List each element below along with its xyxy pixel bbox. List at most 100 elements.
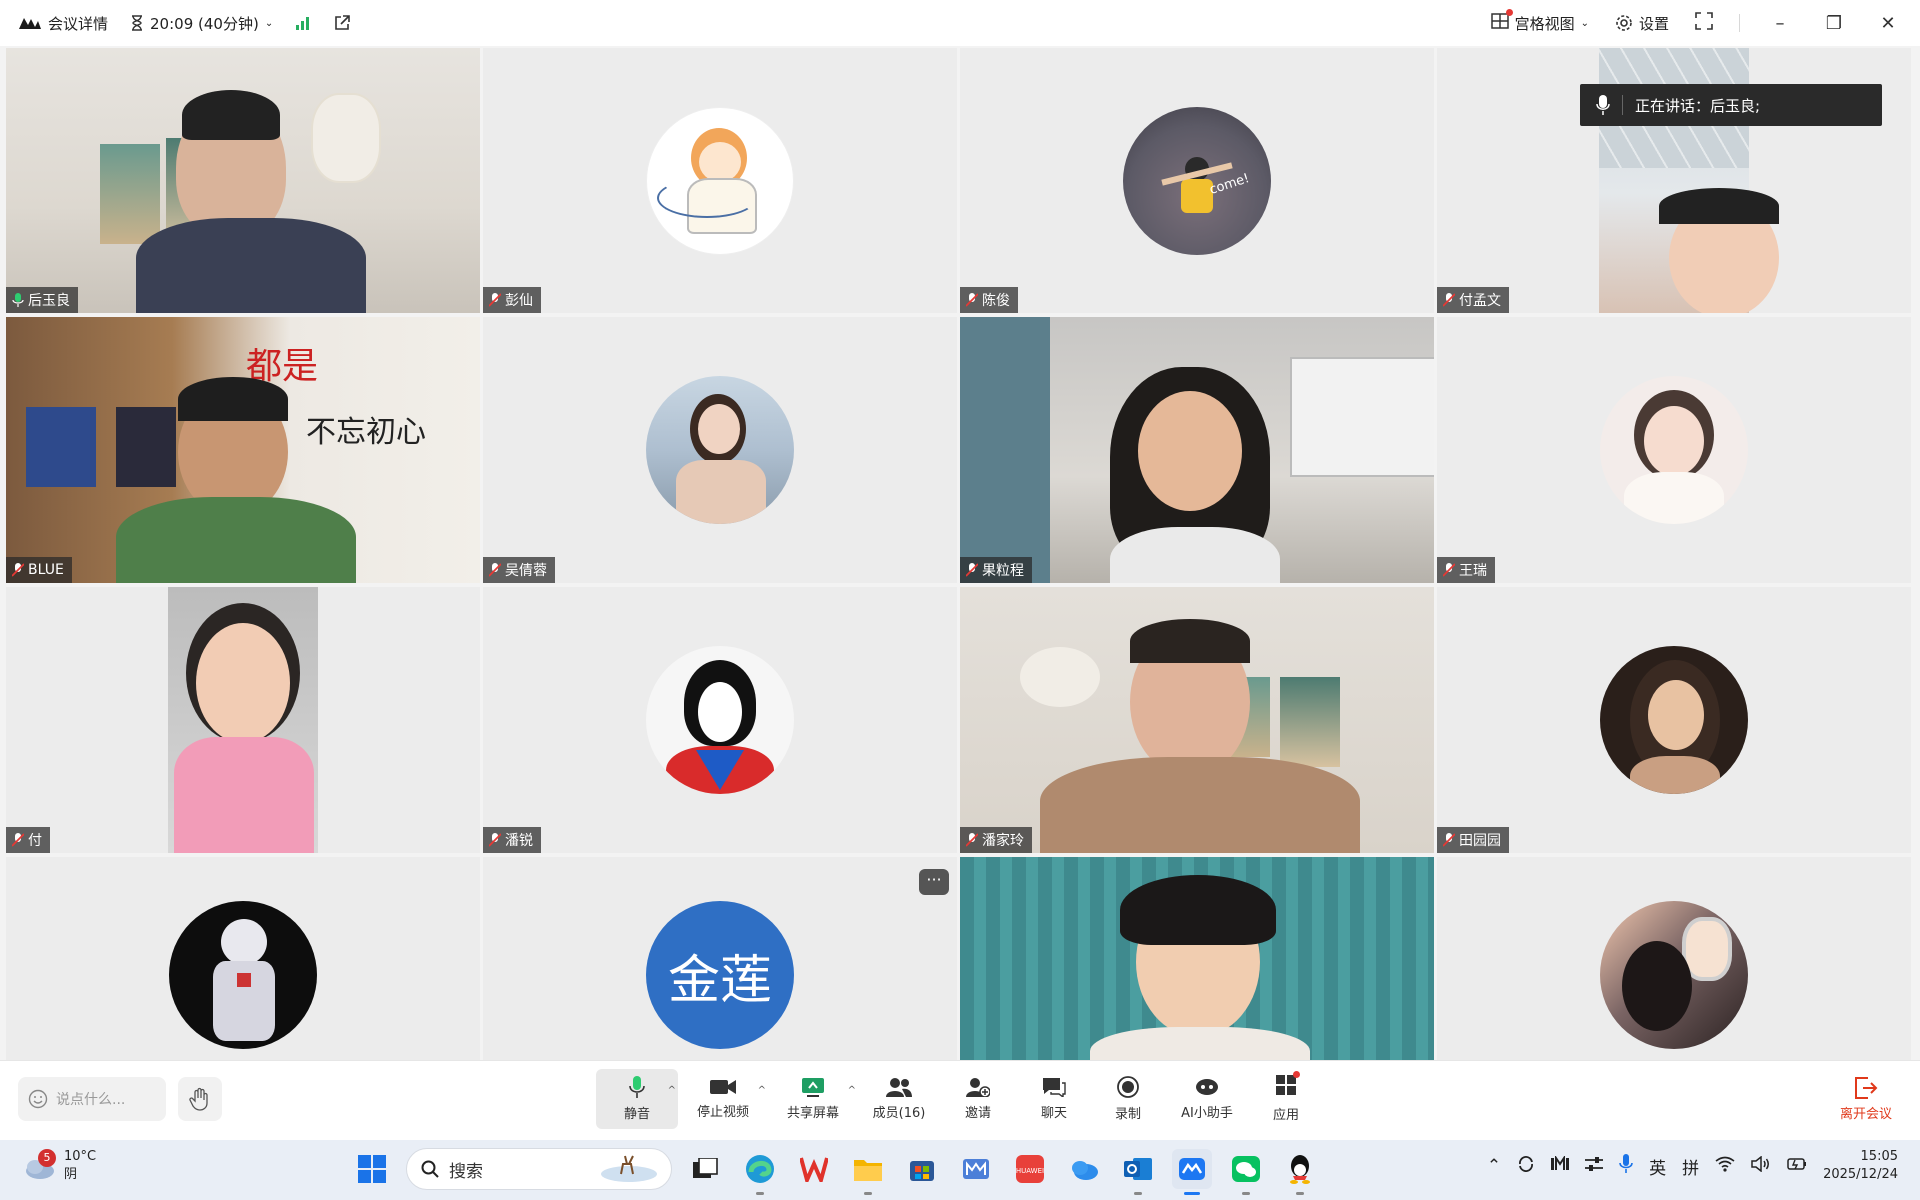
chevron-down-icon: ⌄ bbox=[264, 17, 274, 29]
chat-button[interactable]: 聊天 bbox=[1016, 1069, 1092, 1129]
participant-name-tag: 陈俊 bbox=[960, 287, 1018, 313]
view-mode-label: 宫格视图 bbox=[1514, 14, 1575, 33]
chevron-up-icon[interactable]: ^ bbox=[848, 1085, 856, 1096]
chevron-up-icon[interactable]: ^ bbox=[668, 1085, 676, 1096]
wifi-icon[interactable] bbox=[1715, 1156, 1735, 1177]
leave-meeting-button[interactable]: 离开会议 bbox=[1840, 1077, 1892, 1122]
participant-tile[interactable]: 王瑞 bbox=[1437, 317, 1911, 583]
network-signal-icon[interactable] bbox=[295, 16, 311, 30]
close-icon[interactable]: ✕ bbox=[1874, 13, 1902, 34]
members-button[interactable]: 成员(16) bbox=[858, 1069, 940, 1129]
share-screen-icon bbox=[802, 1078, 824, 1097]
settings-toggle-icon[interactable] bbox=[1585, 1156, 1604, 1177]
participant-tile[interactable]: 彭仙 bbox=[483, 48, 957, 313]
chevron-up-icon[interactable]: ^ bbox=[758, 1085, 766, 1096]
minimize-icon[interactable]: – bbox=[1766, 13, 1794, 34]
outlook-icon[interactable] bbox=[1118, 1149, 1158, 1195]
huawei-app-icon[interactable]: HUAWEI bbox=[1010, 1149, 1050, 1189]
record-icon bbox=[1117, 1076, 1139, 1098]
ime-language[interactable]: 英 bbox=[1649, 1154, 1666, 1179]
wechat-icon[interactable] bbox=[1226, 1149, 1266, 1195]
sync-icon[interactable] bbox=[1517, 1155, 1535, 1178]
participant-tile[interactable]: 付 bbox=[6, 587, 480, 853]
settings-button[interactable]: 设置 bbox=[1615, 13, 1669, 34]
avatar-initials: 金莲 bbox=[667, 950, 772, 1011]
members-label: 成员(16) bbox=[872, 1106, 926, 1121]
meeting-details-button[interactable]: 会议详情 bbox=[18, 13, 108, 34]
participant-name-tag: 彭仙 bbox=[483, 287, 541, 313]
participant-tile[interactable] bbox=[6, 857, 480, 1062]
record-label: 录制 bbox=[1114, 1107, 1141, 1122]
stop-video-button[interactable]: 停止视频 ^ bbox=[678, 1069, 768, 1129]
participant-tile[interactable]: 金莲 ··· bbox=[483, 857, 957, 1062]
weather-widget[interactable]: 5 10°C 阴 bbox=[22, 1148, 96, 1184]
mic-muted-icon bbox=[12, 833, 24, 847]
participant-name-tag: BLUE bbox=[6, 557, 72, 583]
microsoft-store-icon[interactable] bbox=[902, 1149, 942, 1189]
mute-button[interactable]: 静音 ^ bbox=[596, 1069, 678, 1129]
participant-tile[interactable]: 潘锐 bbox=[483, 587, 957, 853]
microphone-icon[interactable] bbox=[1619, 1153, 1633, 1179]
participant-avatar: come! bbox=[1123, 106, 1271, 255]
running-indicator bbox=[756, 1192, 764, 1195]
wps-office-icon[interactable] bbox=[794, 1149, 834, 1189]
mic-muted-icon bbox=[12, 563, 24, 577]
tencent-meeting-icon[interactable] bbox=[1172, 1149, 1212, 1195]
participant-name-tag: 田园园 bbox=[1437, 827, 1509, 853]
meeting-timer[interactable]: 20:09 (40分钟) ⌄ bbox=[130, 13, 273, 34]
media-app-icon[interactable] bbox=[1551, 1154, 1570, 1177]
taskbar-search[interactable]: 搜索 bbox=[406, 1148, 672, 1190]
ai-assistant-button[interactable]: AI小助手 bbox=[1164, 1069, 1250, 1129]
record-button[interactable]: 录制 bbox=[1092, 1069, 1164, 1129]
settings-label: 设置 bbox=[1638, 14, 1669, 33]
system-clock[interactable]: 15:05 2025/12/24 bbox=[1823, 1148, 1898, 1184]
grid-view-icon bbox=[1490, 9, 1513, 33]
view-mode-button[interactable]: 宫格视图 ⌄ bbox=[1490, 9, 1589, 34]
participant-avatar bbox=[646, 106, 794, 255]
participant-tile[interactable]: 果粒程 bbox=[960, 317, 1434, 583]
mail-app-icon[interactable] bbox=[956, 1149, 996, 1189]
participant-name: 果粒程 bbox=[982, 563, 1024, 579]
participant-tile[interactable] bbox=[1437, 857, 1911, 1062]
cloud-drive-icon[interactable] bbox=[1064, 1149, 1104, 1189]
battery-icon[interactable] bbox=[1787, 1156, 1807, 1176]
restore-icon[interactable]: ❐ bbox=[1820, 13, 1848, 34]
participant-video bbox=[168, 587, 318, 853]
share-screen-button[interactable]: 共享屏幕 ^ bbox=[768, 1069, 858, 1129]
raise-hand-button[interactable] bbox=[178, 1077, 222, 1121]
quick-chat-input[interactable]: 说点什么... bbox=[18, 1077, 166, 1121]
divider bbox=[1739, 14, 1740, 32]
edge-browser-icon[interactable] bbox=[740, 1149, 780, 1195]
participant-name: 潘家玲 bbox=[982, 833, 1024, 849]
qq-icon[interactable] bbox=[1280, 1149, 1320, 1195]
chevron-up-icon[interactable]: ⌃ bbox=[1487, 1156, 1501, 1176]
task-view-icon[interactable] bbox=[686, 1149, 726, 1189]
participant-tile[interactable]: 都是 不忘初心 BLUE bbox=[6, 317, 480, 583]
chat-placeholder: 说点什么... bbox=[56, 1092, 126, 1108]
participant-name-tag: 果粒程 bbox=[960, 557, 1032, 583]
participant-tile[interactable]: 潘家玲 bbox=[960, 587, 1434, 853]
more-options-button[interactable]: ··· bbox=[919, 869, 949, 895]
fullscreen-icon[interactable] bbox=[1695, 12, 1713, 34]
participant-tile[interactable]: 田园园 bbox=[1437, 587, 1911, 853]
volume-icon[interactable] bbox=[1751, 1154, 1771, 1177]
emoji-icon bbox=[28, 1089, 48, 1109]
participant-tile[interactable] bbox=[960, 857, 1434, 1062]
file-explorer-icon[interactable] bbox=[848, 1149, 888, 1195]
running-indicator bbox=[1134, 1192, 1142, 1195]
apps-button[interactable]: 应用 bbox=[1250, 1069, 1322, 1129]
popout-icon[interactable] bbox=[333, 14, 351, 32]
title-bar: 会议详情 20:09 (40分钟) ⌄ 宫格视图 ⌄ 设置 – ❐ ✕ bbox=[0, 0, 1920, 46]
participant-tile[interactable]: come! 陈俊 bbox=[960, 48, 1434, 313]
participant-tile[interactable]: 后玉良 bbox=[6, 48, 480, 313]
running-indicator bbox=[1296, 1192, 1304, 1195]
participant-name: 彭仙 bbox=[505, 293, 533, 309]
hourglass-icon bbox=[132, 15, 143, 31]
participant-name: 潘锐 bbox=[505, 833, 533, 849]
participant-avatar bbox=[1600, 901, 1748, 1049]
participant-tile[interactable]: 吴倩蓉 bbox=[483, 317, 957, 583]
invite-button[interactable]: 邀请 bbox=[940, 1069, 1016, 1129]
windows-start-icon[interactable] bbox=[352, 1149, 392, 1189]
ime-mode[interactable]: 拼 bbox=[1682, 1154, 1699, 1179]
ai-assistant-icon bbox=[1196, 1079, 1218, 1095]
